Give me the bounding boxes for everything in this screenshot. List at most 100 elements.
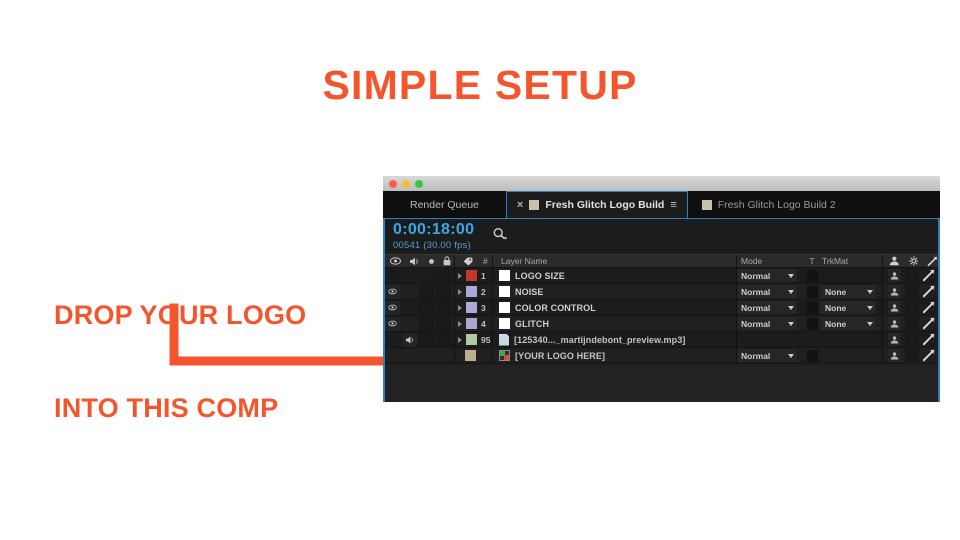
current-timecode[interactable]: 0:00:18:00 xyxy=(393,222,474,238)
table-row[interactable]: 2 NOISE Normal None xyxy=(385,284,938,300)
preserve-transparency-cell[interactable] xyxy=(804,300,820,315)
trkmat-column-header[interactable]: TrkMat xyxy=(820,255,882,267)
layer-color-swatch[interactable] xyxy=(466,270,477,281)
table-row[interactable]: 95 [125340..._martijndebont_preview.mp3] xyxy=(385,332,938,348)
solo-toggle[interactable] xyxy=(419,316,434,331)
blend-mode-dropdown[interactable]: Normal xyxy=(737,269,797,282)
twirl-icon[interactable] xyxy=(458,288,462,295)
solo-toggle[interactable] xyxy=(419,284,434,299)
layer-color-swatch[interactable] xyxy=(466,334,477,345)
empty-timeline-area[interactable] xyxy=(385,364,938,402)
preserve-transparency-cell[interactable] xyxy=(804,316,820,331)
mode-cell[interactable]: Normal xyxy=(736,268,804,283)
lock-toggle[interactable] xyxy=(436,316,451,331)
parent-pickwhip-icon[interactable] xyxy=(888,349,901,362)
switch-box[interactable] xyxy=(905,349,918,362)
switch-box[interactable] xyxy=(905,317,918,330)
preserve-transparency-cell[interactable] xyxy=(804,284,820,299)
trkmat-dropdown[interactable]: None xyxy=(820,301,876,314)
timecode-block[interactable]: 0:00:18:00 00541 (30.00 fps) xyxy=(393,222,474,251)
mode-cell[interactable]: Normal xyxy=(736,316,804,331)
tab-fresh-glitch-logo-build[interactable]: × Fresh Glitch Logo Build ≡ xyxy=(505,191,688,218)
layer-name-cell[interactable]: [125340..._martijndebont_preview.mp3] xyxy=(493,333,736,346)
parent-pickwhip-icon[interactable] xyxy=(888,285,901,298)
close-tab-icon[interactable]: × xyxy=(517,199,523,211)
zoom-window-button[interactable] xyxy=(415,179,423,188)
switch-box[interactable] xyxy=(905,333,918,346)
lock-toggle[interactable] xyxy=(436,268,451,283)
preserve-transparency-cell[interactable] xyxy=(804,348,820,363)
solo-toggle[interactable] xyxy=(419,349,434,363)
switch-box[interactable] xyxy=(905,301,918,314)
lock-toggle[interactable] xyxy=(436,300,451,315)
video-toggle[interactable] xyxy=(385,300,400,315)
twirl-icon[interactable] xyxy=(458,304,462,311)
twirl-icon[interactable] xyxy=(458,272,462,279)
twirl-icon[interactable] xyxy=(458,336,462,343)
solo-toggle[interactable] xyxy=(419,300,434,315)
preserve-transparency-toggle[interactable] xyxy=(806,285,818,298)
preserve-transparency-toggle[interactable] xyxy=(806,269,818,282)
trkmat-cell[interactable]: None xyxy=(820,300,882,315)
mode-column-header[interactable]: Mode xyxy=(736,255,804,267)
trkmat-dropdown[interactable]: None xyxy=(820,285,876,298)
layer-name-cell[interactable]: NOISE xyxy=(493,286,736,297)
audio-toggle[interactable] xyxy=(402,349,417,363)
trkmat-cell[interactable]: None xyxy=(820,316,882,331)
lock-toggle[interactable] xyxy=(436,332,451,347)
audio-toggle[interactable] xyxy=(402,285,417,299)
video-toggle[interactable] xyxy=(385,349,400,363)
minimize-window-button[interactable] xyxy=(402,179,410,188)
table-row[interactable]: 3 COLOR CONTROL Normal None xyxy=(385,300,938,316)
layer-name-cell[interactable]: [YOUR LOGO HERE] xyxy=(493,350,736,361)
switch-box[interactable] xyxy=(905,269,918,282)
audio-toggle[interactable] xyxy=(402,332,417,347)
trkmat-cell[interactable]: None xyxy=(820,284,882,299)
layer-name-cell[interactable]: COLOR CONTROL xyxy=(493,302,736,313)
audio-toggle[interactable] xyxy=(402,301,417,315)
video-toggle[interactable] xyxy=(385,284,400,299)
parent-pickwhip-icon[interactable] xyxy=(888,317,901,330)
audio-toggle[interactable] xyxy=(402,317,417,331)
layer-color-swatch[interactable] xyxy=(466,286,477,297)
layer-name-column-header[interactable]: Layer Name xyxy=(493,255,736,267)
trkmat-dropdown[interactable]: None xyxy=(820,317,876,330)
solo-toggle[interactable] xyxy=(419,269,434,283)
solo-toggle[interactable] xyxy=(419,332,434,347)
parent-pickwhip-icon[interactable] xyxy=(888,333,901,346)
blend-mode-dropdown[interactable]: Normal xyxy=(737,301,797,314)
tab-render-queue[interactable]: Render Queue xyxy=(383,191,506,218)
blend-mode-dropdown[interactable]: Normal xyxy=(737,317,797,330)
video-toggle[interactable] xyxy=(385,316,400,331)
video-toggle[interactable] xyxy=(385,333,400,347)
lock-toggle[interactable] xyxy=(436,349,451,363)
switch-box[interactable] xyxy=(905,285,918,298)
video-toggle[interactable] xyxy=(385,268,400,283)
tab-fresh-glitch-logo-build-2[interactable]: Fresh Glitch Logo Build 2 xyxy=(688,191,850,218)
audio-toggle[interactable] xyxy=(402,269,417,283)
layer-name-cell[interactable]: GLITCH xyxy=(493,318,736,329)
layer-color-swatch[interactable] xyxy=(465,350,476,361)
layer-color-swatch[interactable] xyxy=(466,318,477,329)
panel-menu-icon[interactable]: ≡ xyxy=(670,199,676,211)
preserve-transparency-toggle[interactable] xyxy=(806,349,818,362)
layer-name-cell[interactable]: LOGO SIZE xyxy=(493,270,736,281)
search-icon[interactable] xyxy=(492,227,508,241)
preserve-transparency-cell[interactable] xyxy=(804,268,820,283)
blend-mode-dropdown[interactable]: Normal xyxy=(737,285,797,298)
search-input[interactable] xyxy=(492,227,508,246)
mode-cell[interactable]: Normal xyxy=(736,284,804,299)
table-row[interactable]: 4 GLITCH Normal None xyxy=(385,316,938,332)
close-window-button[interactable] xyxy=(389,179,397,188)
lock-toggle[interactable] xyxy=(436,284,451,299)
table-row[interactable]: 1 LOGO SIZE Normal xyxy=(385,268,938,284)
blend-mode-dropdown[interactable]: Normal xyxy=(737,349,797,362)
preserve-transparency-toggle[interactable] xyxy=(806,301,818,314)
parent-pickwhip-icon[interactable] xyxy=(888,301,901,314)
twirl-icon[interactable] xyxy=(458,320,462,327)
mode-cell[interactable]: Normal xyxy=(736,348,804,363)
mode-cell[interactable]: Normal xyxy=(736,300,804,315)
layer-color-swatch[interactable] xyxy=(466,302,477,313)
parent-pickwhip-icon[interactable] xyxy=(888,269,901,282)
preserve-transparency-toggle[interactable] xyxy=(806,317,818,330)
